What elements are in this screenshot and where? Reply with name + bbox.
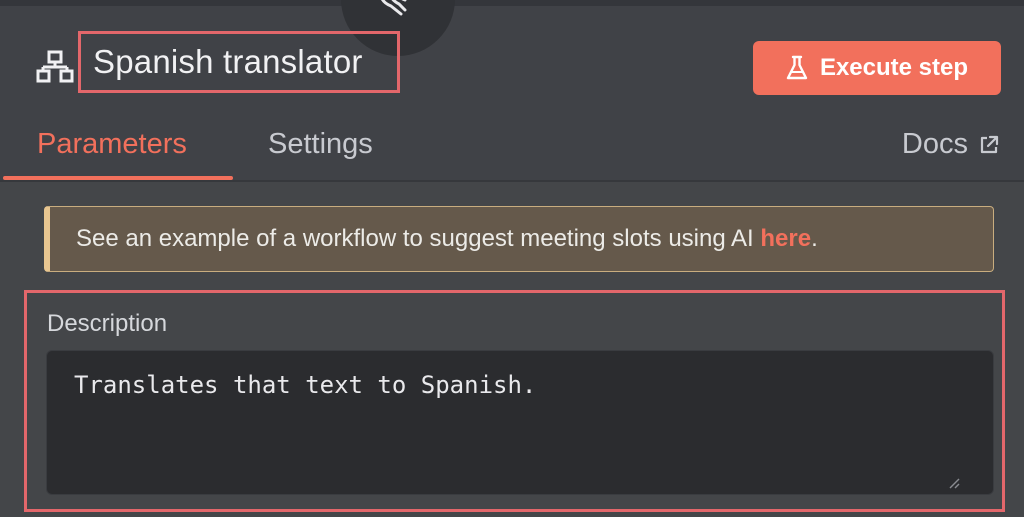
tab-parameters[interactable]: Parameters xyxy=(37,128,187,161)
node-title-field[interactable]: Spanish translator xyxy=(78,31,400,93)
external-link-icon xyxy=(980,135,999,153)
description-section: Description Translates that text to Span… xyxy=(24,290,1005,512)
description-label: Description xyxy=(47,310,168,337)
info-callout: See an example of a workflow to suggest … xyxy=(44,206,994,272)
callout-link[interactable]: here xyxy=(760,225,811,253)
docs-label: Docs xyxy=(901,128,968,160)
description-textarea[interactable]: Translates that text to Spanish. xyxy=(46,350,994,495)
resize-grip-icon[interactable] xyxy=(948,477,960,489)
execute-step-button[interactable]: Execute step xyxy=(753,41,1001,95)
tab-settings[interactable]: Settings xyxy=(268,128,373,161)
network-icon xyxy=(36,50,74,83)
callout-text: See an example of a workflow to suggest … xyxy=(76,225,761,252)
docs-link[interactable]: Docs xyxy=(902,128,1000,161)
tab-bar: Parameters Settings Docs xyxy=(0,110,1024,180)
node-title: Spanish translator xyxy=(93,43,363,80)
callout-period: . xyxy=(811,225,818,252)
node-editor-panel: Spanish translator Execute step Paramete… xyxy=(0,0,1024,517)
execute-step-label: Execute step xyxy=(819,54,969,81)
parameters-body: See an example of a workflow to suggest … xyxy=(0,182,1024,517)
flask-icon xyxy=(786,55,808,80)
